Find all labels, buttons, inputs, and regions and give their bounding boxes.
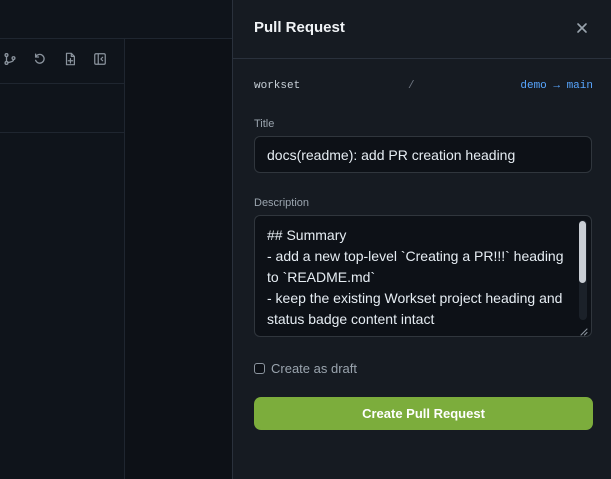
description-textarea[interactable]: ## Summary - add a new top-level `Creati… xyxy=(254,215,592,337)
description-label: Description xyxy=(254,197,310,209)
title-label: Title xyxy=(254,118,275,130)
description-text[interactable]: ## Summary - add a new top-level `Creati… xyxy=(267,225,567,330)
side-panel xyxy=(0,39,125,479)
draft-option[interactable]: Create as draft xyxy=(254,360,357,376)
panel-toolbar xyxy=(0,50,124,74)
repo-branch-row: workset / demo → main xyxy=(254,80,593,96)
drawer-header: Pull Request xyxy=(233,0,611,59)
branch-pair: demo → main xyxy=(520,80,593,92)
repo-separator: / xyxy=(408,80,415,92)
draft-label[interactable]: Create as draft xyxy=(271,361,357,376)
pull-request-drawer: Pull Request workset / demo → main Title… xyxy=(232,0,611,479)
repo-name: workset xyxy=(254,80,301,92)
refresh-icon[interactable] xyxy=(31,50,49,68)
new-file-icon[interactable] xyxy=(61,50,79,68)
draft-checkbox[interactable] xyxy=(254,362,265,374)
close-icon[interactable] xyxy=(574,20,590,36)
resize-handle-icon[interactable] xyxy=(578,323,588,336)
collapse-panel-icon[interactable] xyxy=(91,50,109,68)
scrollbar-thumb[interactable] xyxy=(579,221,586,283)
panel-divider xyxy=(0,132,124,133)
title-input[interactable] xyxy=(254,136,592,173)
branch-icon[interactable] xyxy=(1,50,19,68)
create-pull-request-button[interactable]: Create Pull Request xyxy=(254,397,593,430)
drawer-title: Pull Request xyxy=(254,19,345,36)
editor-top-bar xyxy=(0,0,232,39)
panel-divider xyxy=(0,83,124,84)
